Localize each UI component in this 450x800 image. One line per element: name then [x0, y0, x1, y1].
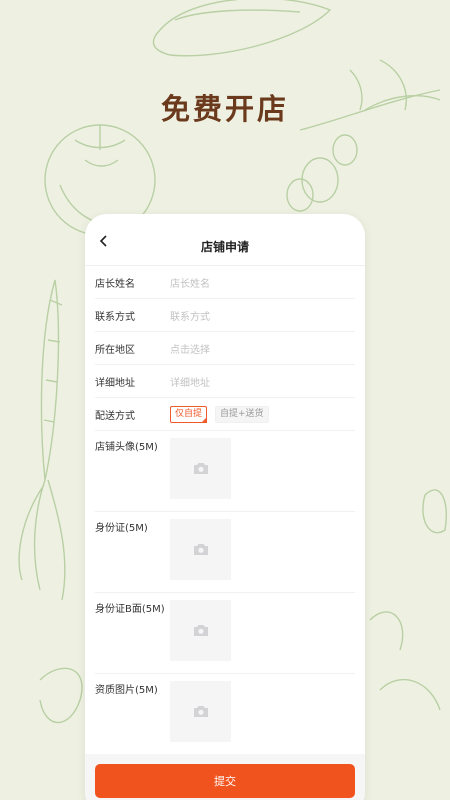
contact-input[interactable]: 联系方式	[170, 308, 355, 323]
page-title: 店铺申请	[200, 240, 249, 254]
image-upload-box[interactable]	[170, 681, 231, 742]
image-upload-box[interactable]	[170, 438, 231, 499]
field-label: 所在地区	[95, 344, 135, 356]
field-address[interactable]: 详细地址 详细地址	[95, 365, 355, 398]
field-region[interactable]: 所在地区 点击选择	[95, 332, 355, 365]
shop-owner-name-input[interactable]: 店长姓名	[170, 275, 355, 290]
camera-icon	[193, 544, 208, 555]
camera-icon	[193, 463, 208, 474]
submit-button[interactable]: 提交	[95, 764, 355, 798]
nav-bar: 店铺申请	[85, 214, 365, 266]
upload-label: 身份证B面(5M)	[95, 604, 165, 615]
field-label: 店长姓名	[95, 278, 135, 290]
field-label: 配送方式	[95, 410, 135, 422]
chevron-left-icon[interactable]	[97, 234, 111, 248]
upload-label: 资质图片(5M)	[95, 685, 158, 696]
field-label: 联系方式	[95, 311, 135, 323]
field-label: 详细地址	[95, 377, 135, 389]
field-contact[interactable]: 联系方式 联系方式	[95, 299, 355, 332]
address-input[interactable]: 详细地址	[170, 374, 355, 389]
page-headline: 免费开店	[160, 92, 289, 126]
image-upload-box[interactable]	[170, 600, 231, 661]
region-picker[interactable]: 点击选择	[170, 341, 355, 356]
upload-id-card-back: 身份证B面(5M)	[95, 593, 355, 674]
delivery-option-pickup-only[interactable]: 仅自提	[170, 405, 208, 423]
upload-qualification: 资质图片(5M)	[95, 674, 355, 755]
delivery-option-pickup-and-delivery[interactable]: 自提+送货	[215, 405, 269, 423]
field-delivery-method: 配送方式 仅自提 自提+送货	[95, 398, 355, 431]
field-shop-owner-name[interactable]: 店长姓名 店长姓名	[95, 266, 355, 299]
upload-label: 身份证(5M)	[95, 523, 148, 534]
store-application-card: 店铺申请 店长姓名 店长姓名 联系方式 联系方式 所在地区 点击选择 详细地址 …	[85, 214, 365, 800]
upload-store-avatar: 店铺头像(5M)	[95, 431, 355, 512]
upload-id-card-front: 身份证(5M)	[95, 512, 355, 593]
upload-label: 店铺头像(5M)	[95, 442, 158, 453]
submit-bar: 提交	[85, 754, 365, 800]
image-upload-box[interactable]	[170, 519, 231, 580]
camera-icon	[193, 706, 208, 717]
camera-icon	[193, 625, 208, 636]
